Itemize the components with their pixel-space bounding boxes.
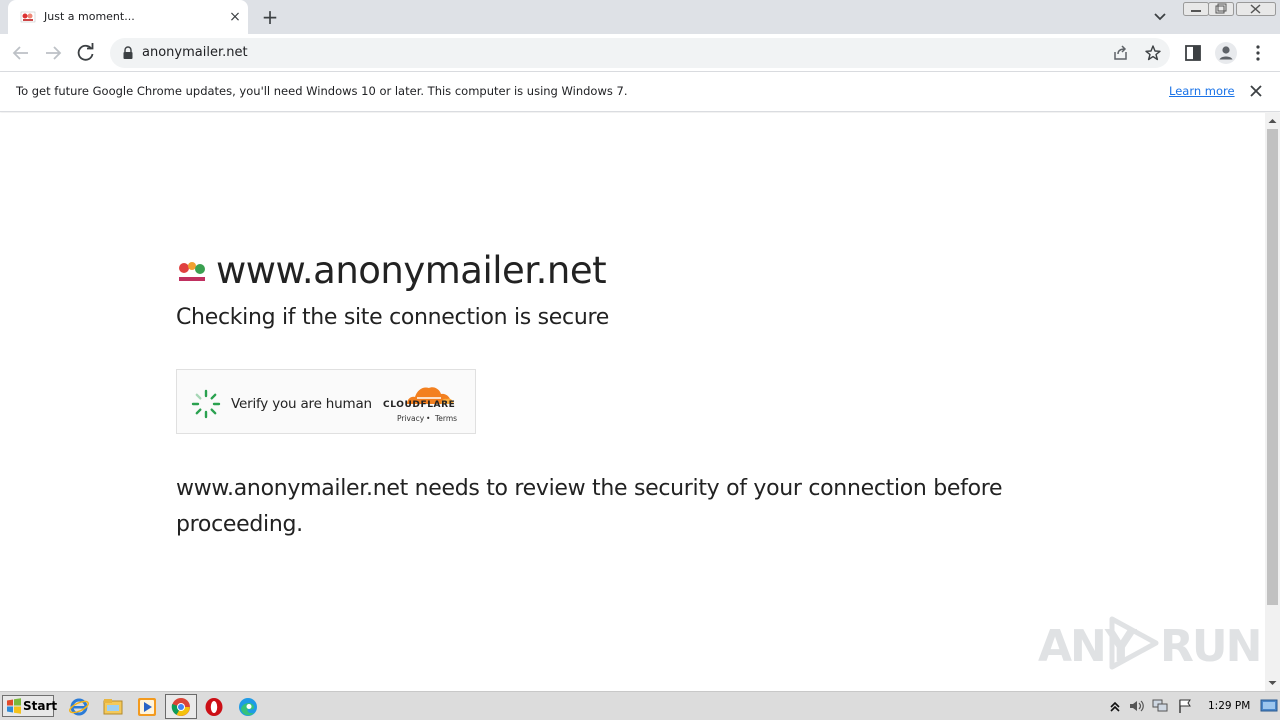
bookmark-star-icon[interactable] (1144, 44, 1162, 62)
lock-icon[interactable] (122, 46, 134, 60)
profile-avatar-icon[interactable] (1214, 41, 1238, 65)
url-text[interactable]: anonymailer.net (142, 45, 248, 60)
security-review-message: www.anonymailer.net needs to review the … (176, 476, 1003, 537)
page-content: www.anonymailer.net Checking if the site… (0, 113, 1265, 691)
scroll-up-arrow-icon[interactable] (1265, 115, 1280, 127)
browser-toolbar: anonymailer.net (0, 34, 1280, 72)
anyrun-watermark: ANY RUN (1038, 613, 1262, 673)
new-tab-button[interactable]: + (258, 5, 282, 29)
vertical-scrollbar[interactable] (1265, 113, 1280, 691)
page-subtitle: Checking if the site connection is secur… (176, 305, 609, 330)
verify-human-label[interactable]: Verify you are human (231, 396, 372, 412)
chrome-icon (171, 698, 190, 716)
site-favicon-icon (20, 11, 36, 23)
watermark-text-right: RUN (1160, 621, 1262, 672)
back-arrow-icon[interactable] (8, 40, 34, 66)
side-panel-icon[interactable] (1184, 44, 1202, 62)
show-desktop-icon[interactable] (1260, 698, 1278, 714)
site-title: www.anonymailer.net (216, 249, 607, 292)
close-window-icon[interactable] (1236, 2, 1276, 16)
volume-icon[interactable] (1128, 698, 1146, 714)
address-bar[interactable]: anonymailer.net (110, 38, 1170, 68)
human-verification-widget: Verify you are human CLOUDFLARE Privacy … (176, 369, 476, 434)
internet-explorer-icon[interactable] (68, 696, 90, 718)
media-player-icon[interactable] (136, 696, 158, 718)
browser-tab[interactable]: Just a moment... × (8, 0, 248, 34)
scroll-down-arrow-icon[interactable] (1265, 677, 1280, 689)
cloudflare-wordmark: CLOUDFLARE (383, 400, 456, 410)
show-hidden-icons-icon[interactable] (1109, 698, 1121, 714)
chrome-taskbar-button[interactable] (165, 694, 197, 719)
network-icon[interactable] (1151, 698, 1169, 714)
tab-search-chevron-icon[interactable] (1150, 8, 1170, 26)
taskbar-clock[interactable]: 1:29 PM (1208, 700, 1250, 712)
infobar-close-icon[interactable] (1248, 83, 1264, 99)
restore-window-icon[interactable] (1208, 2, 1234, 16)
tab-strip: Just a moment... × + (0, 0, 1280, 34)
start-label: Start (23, 699, 58, 713)
action-center-flag-icon[interactable] (1176, 698, 1194, 714)
site-logo-icon (176, 259, 208, 285)
edge-icon[interactable] (237, 696, 259, 718)
reload-icon[interactable] (73, 40, 99, 66)
privacy-link[interactable]: Privacy (397, 414, 424, 423)
learn-more-link[interactable]: Learn more (1169, 84, 1235, 98)
update-infobar: To get future Google Chrome updates, you… (0, 72, 1280, 112)
infobar-message: To get future Google Chrome updates, you… (16, 84, 628, 98)
tab-title: Just a moment... (44, 10, 135, 23)
loading-spinner-icon (191, 389, 221, 419)
opera-icon[interactable] (203, 696, 225, 718)
file-explorer-icon[interactable] (102, 696, 124, 718)
start-button[interactable]: Start (2, 695, 58, 717)
scrollbar-thumb[interactable] (1267, 129, 1278, 605)
link-separator: • (426, 414, 431, 423)
windows-flag-icon (7, 698, 21, 714)
more-menu-icon[interactable] (1250, 43, 1266, 63)
minimize-window-icon[interactable] (1183, 2, 1209, 16)
tab-close-icon[interactable]: × (226, 8, 244, 26)
play-triangle-icon (1109, 616, 1159, 670)
windows-taskbar: Start 1:29 PM (0, 691, 1280, 720)
forward-arrow-icon[interactable] (40, 40, 66, 66)
terms-link[interactable]: Terms (435, 414, 457, 423)
share-icon[interactable] (1112, 44, 1130, 62)
